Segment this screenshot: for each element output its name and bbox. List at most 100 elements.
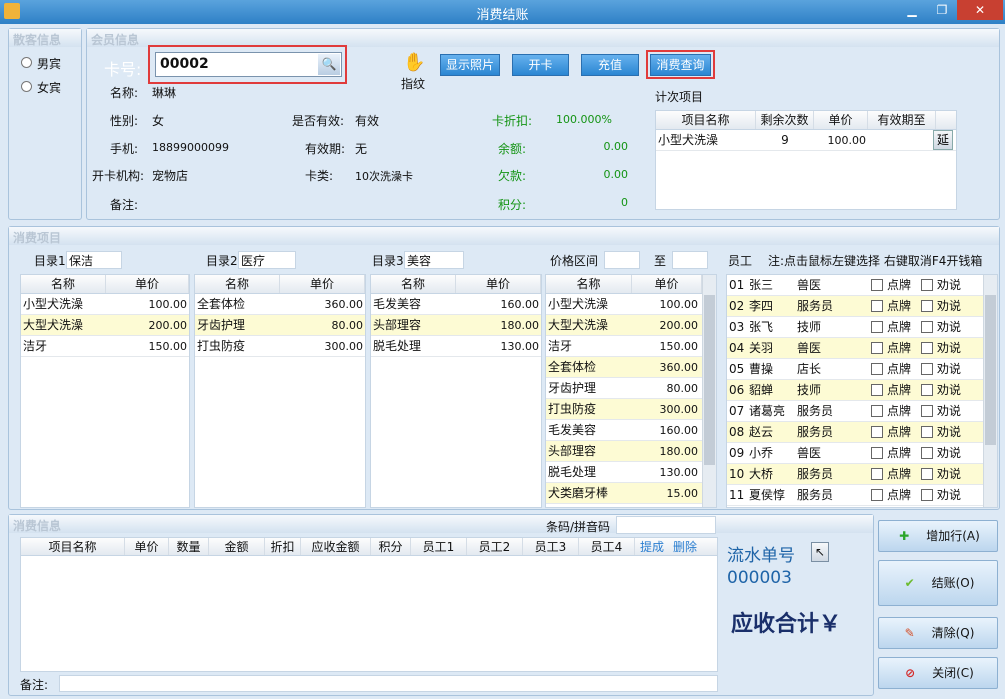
table-row[interactable]: 脱毛处理 130.00 xyxy=(546,462,716,483)
cardtype-label: 卡类: xyxy=(305,169,334,183)
staff-scrollbar[interactable] xyxy=(983,275,997,507)
points-label: 积分: xyxy=(498,198,527,212)
checkout-button[interactable]: ✔ 结账(O) xyxy=(878,560,998,606)
cat1-label: 目录1 xyxy=(34,254,66,268)
staff-label: 员工 xyxy=(728,254,753,268)
table-row[interactable]: 毛发美容 160.00 xyxy=(371,294,541,315)
items-header: 消费项目 xyxy=(13,231,62,245)
name-label: 名称: xyxy=(110,86,139,100)
fingerprint-label: 指纹 xyxy=(401,77,426,91)
table-row[interactable]: 头部理容 180.00 xyxy=(546,441,716,462)
commission-link[interactable]: 提成 xyxy=(635,538,669,555)
cursor-icon[interactable]: ↖ xyxy=(811,542,829,562)
barcode-input[interactable] xyxy=(616,516,716,534)
cat2-input[interactable]: 医疗 xyxy=(238,251,296,269)
check-icon: ✔ xyxy=(904,576,915,590)
table-row[interactable]: 头部理容 180.00 xyxy=(371,315,541,336)
table-row[interactable]: 小型犬洗澡 100.00 xyxy=(21,294,189,315)
staff-row[interactable]: 01 张三 兽医 点牌 劝说 xyxy=(727,275,997,296)
table-row[interactable]: 脱毛处理 130.00 xyxy=(371,336,541,357)
card-input[interactable]: 00002 🔍 xyxy=(155,52,342,77)
staff-row[interactable]: 07 诸葛亮 服务员 点牌 劝说 xyxy=(727,401,997,422)
table-row[interactable]: 牙齿护理 80.00 xyxy=(195,315,365,336)
staff-row[interactable]: 02 李四 服务员 点牌 劝说 xyxy=(727,296,997,317)
valid-value: 有效 xyxy=(355,114,380,128)
discount-label: 卡折扣: xyxy=(492,114,533,128)
consume-remark-input[interactable] xyxy=(59,675,718,692)
serial-label: 流水单号 xyxy=(727,546,795,566)
staff-row[interactable]: 05 曹操 店长 点牌 劝说 xyxy=(727,359,997,380)
gender-value: 女 xyxy=(152,114,165,128)
table-row[interactable]: 犬类磨牙棒 15.00 xyxy=(546,483,716,504)
show-photo-button[interactable]: 显示照片 xyxy=(440,54,500,76)
price-range-label: 价格区间 xyxy=(550,254,599,268)
table-row[interactable]: 洁牙 150.00 xyxy=(21,336,189,357)
open-card-button[interactable]: 开卡 xyxy=(512,54,569,76)
maximize-icon[interactable]: ❐ xyxy=(929,0,955,20)
guest-group: 散客信息 男宾 女宾 xyxy=(8,28,82,220)
count-items-label: 计次项目 xyxy=(655,90,704,104)
consume-header: 消费信息 xyxy=(13,519,62,533)
price-max-input[interactable] xyxy=(672,251,708,269)
all-items-table: 名称 单价 小型犬洗澡 100.00 大型犬洗澡 200.00 洁牙 150.00 全套… xyxy=(545,274,717,508)
cat1-input[interactable]: 保洁 xyxy=(66,251,122,269)
table-row[interactable]: 大型犬洗澡 200.00 xyxy=(546,315,716,336)
staff-row[interactable]: 04 关羽 兽医 点牌 劝说 xyxy=(727,338,997,359)
recharge-button[interactable]: 充值 xyxy=(581,54,639,76)
table-row[interactable]: 全套体检 360.00 xyxy=(195,294,365,315)
table-row[interactable]: 洁牙 150.00 xyxy=(546,336,716,357)
close-icon[interactable]: ✕ xyxy=(957,0,1003,20)
search-icon[interactable]: 🔍 xyxy=(318,54,340,75)
price-min-input[interactable] xyxy=(604,251,640,269)
table-row[interactable]: 牙齿护理 80.00 xyxy=(546,378,716,399)
org-value: 宠物店 xyxy=(152,169,189,183)
cardtype-value: 10次洗澡卡 xyxy=(355,170,413,183)
table-row[interactable]: 小型犬洗澡 100.00 xyxy=(546,294,716,315)
staff-table: 01 张三 兽医 点牌 劝说 02 李四 服务员 点牌 劝说 03 张飞 技师 点牌 劝说 04 关羽 兽医… xyxy=(726,274,998,508)
serial-value: 000003 xyxy=(727,568,792,588)
items-scrollbar[interactable] xyxy=(702,275,716,507)
staff-note: 注:点击鼠标左键选择 右键取消F4开钱箱 xyxy=(768,254,983,268)
table-row[interactable]: 小型犬洗澡 9 100.00 xyxy=(656,130,956,151)
staff-row[interactable]: 08 赵云 服务员 点牌 劝说 xyxy=(727,422,997,443)
close-button[interactable]: ⊘ 关闭(C) xyxy=(878,657,998,689)
org-label: 开卡机构: xyxy=(92,169,145,183)
staff-row[interactable]: 10 大桥 服务员 点牌 劝说 xyxy=(727,464,997,485)
extend-button[interactable]: 延 xyxy=(933,130,953,150)
consume-remark-label: 备注: xyxy=(20,678,49,692)
clear-button[interactable]: ✎ 清除(Q) xyxy=(878,617,998,649)
female-radio[interactable] xyxy=(21,81,32,92)
phone-label: 手机: xyxy=(110,142,139,156)
staff-row[interactable]: 06 貂蝉 技师 点牌 劝说 xyxy=(727,380,997,401)
minimize-icon[interactable]: ▁ xyxy=(899,0,925,20)
expiry-value: 无 xyxy=(355,142,368,156)
cat3-input[interactable]: 美容 xyxy=(404,251,464,269)
owed-label: 欠款: xyxy=(498,169,527,183)
fingerprint-icon[interactable]: ✋ xyxy=(403,52,425,73)
total-label: 应收合计￥ xyxy=(731,611,842,637)
staff-row[interactable]: 11 夏侯惇 服务员 点牌 劝说 xyxy=(727,485,997,506)
member-header: 会员信息 xyxy=(91,33,140,47)
table-row[interactable]: 大型犬洗澡 200.00 xyxy=(21,315,189,336)
barcode-label: 条码/拼音码 xyxy=(546,520,611,534)
delete-link[interactable]: 删除 xyxy=(669,538,701,555)
table-row[interactable]: 打虫防疫 300.00 xyxy=(546,399,716,420)
count-items-table: 项目名称 剩余次数 单价 有效期至 小型犬洗澡 9 100.00 xyxy=(655,110,957,210)
balance-value: 0.00 xyxy=(603,140,629,153)
cat1-table: 名称 单价 小型犬洗澡 100.00 大型犬洗澡 200.00 洁牙 150.00 xyxy=(20,274,190,508)
stop-icon: ⊘ xyxy=(905,666,916,680)
table-row[interactable]: 毛发美容 160.00 xyxy=(546,420,716,441)
male-radio[interactable] xyxy=(21,57,32,68)
eraser-icon: ✎ xyxy=(904,626,915,640)
cat2-table: 名称 单价 全套体检 360.00 牙齿护理 80.00 打虫防疫 300.00 xyxy=(194,274,366,508)
staff-row[interactable]: 09 小乔 兽医 点牌 劝说 xyxy=(727,443,997,464)
name-value: 琳琳 xyxy=(152,86,177,100)
female-label: 女宾 xyxy=(37,81,62,95)
consume-query-button[interactable]: 消费查询 xyxy=(650,54,711,76)
table-row[interactable]: 全套体检 360.00 xyxy=(546,357,716,378)
card-label: 卡号: xyxy=(104,60,142,79)
staff-row[interactable]: 03 张飞 技师 点牌 劝说 xyxy=(727,317,997,338)
window-title: 消费结账 xyxy=(476,8,529,23)
add-row-button[interactable]: ✚ 增加行(A) xyxy=(878,520,998,552)
table-row[interactable]: 打虫防疫 300.00 xyxy=(195,336,365,357)
